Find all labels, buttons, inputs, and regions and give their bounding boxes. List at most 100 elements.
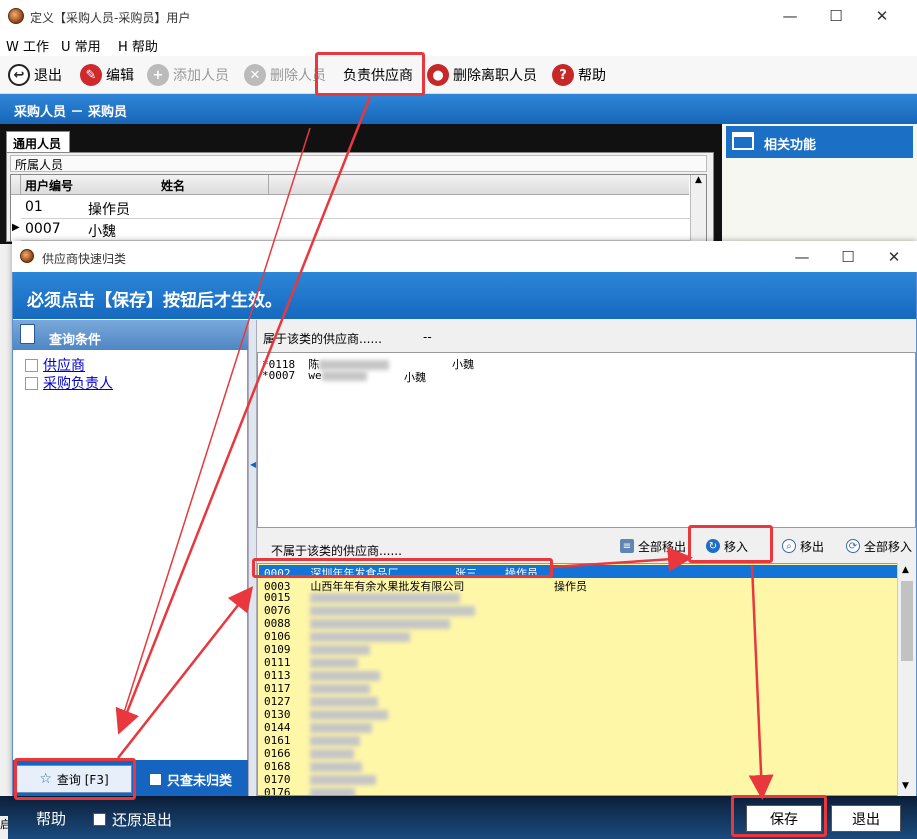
list-item[interactable]: 0117 <box>264 682 371 695</box>
row-code: 0161 <box>264 734 291 747</box>
dialog-maximize-button[interactable]: ☐ <box>825 241 871 272</box>
menu-work[interactable]: W 工作 <box>6 36 49 55</box>
related-functions-header[interactable]: 相关功能 <box>726 126 913 158</box>
redacted-name <box>310 775 377 785</box>
edit-button[interactable]: ✎ 编辑 <box>80 62 134 88</box>
query-button[interactable]: ☆ 查询 [F3] <box>16 765 132 793</box>
add-staff-button[interactable]: + 添加人员 <box>147 62 229 88</box>
redacted-name <box>310 749 355 759</box>
grid-scrollbar[interactable]: ▲ <box>690 175 706 241</box>
delete-staff-label: 删除人员 <box>270 68 326 84</box>
row-star: * <box>262 369 269 382</box>
move-in-all-button[interactable]: ⟳ 全部移入 <box>846 535 912 557</box>
scroll-down-icon[interactable]: ▼ <box>902 781 909 791</box>
edit-label: 编辑 <box>106 68 134 84</box>
restore-exit-checkbox[interactable]: 还原退出 <box>93 809 172 830</box>
menu-common[interactable]: U 常用 <box>61 36 101 55</box>
redacted-name <box>321 371 367 381</box>
checkbox-box[interactable] <box>25 358 38 372</box>
delete-icon: ✕ <box>244 64 266 86</box>
close-button[interactable]: ✕ <box>859 0 905 32</box>
list-item[interactable]: 0111 <box>264 656 359 669</box>
maximize-button[interactable]: ☐ <box>813 0 859 32</box>
scroll-thumb[interactable] <box>901 581 913 661</box>
dialog-exit-button[interactable]: 退出 <box>831 805 901 832</box>
condition-supplier-link[interactable]: 供应商 <box>43 355 85 375</box>
list-item[interactable]: 0176 <box>264 786 356 795</box>
list-item[interactable]: 0144 <box>264 721 373 734</box>
row-code: 0168 <box>264 760 291 773</box>
move-out-all-button[interactable]: ≡ 全部移出 <box>620 535 686 557</box>
list-item[interactable]: 0106 <box>264 630 411 643</box>
add-user-icon: + <box>147 64 169 86</box>
list-item[interactable]: *0007 we 小魏 <box>262 369 426 384</box>
save-button[interactable]: 保存 <box>746 805 822 832</box>
minimize-button[interactable]: — <box>767 0 813 32</box>
move-in-button[interactable]: ↻ 移入 <box>706 535 748 557</box>
query-conditions-header: 查询条件 <box>13 320 248 350</box>
dialog-close-button[interactable]: ✕ <box>871 241 917 272</box>
row-code: 0130 <box>264 708 291 721</box>
toolbar: ↩ 退出 ✎ 编辑 + 添加人员 ✕ 删除人员 负责供应商 ● 删除离职人员 ?… <box>0 56 917 94</box>
header-name[interactable]: 姓名 <box>161 177 185 194</box>
list-item[interactable]: 0168 <box>264 760 363 773</box>
list-item[interactable]: 0161 <box>264 734 361 747</box>
redacted-name <box>310 593 461 603</box>
query-conditions-list: 供应商 采购负责人 <box>13 350 248 760</box>
not-belong-suppliers-list[interactable]: 0002 深圳年年发食品厂 张三 操作员 0003 山西年年有余水果批发有限公司 操作… <box>257 563 916 796</box>
responsible-supplier-button[interactable]: 负责供应商 <box>343 62 413 88</box>
list-item[interactable]: 0076 <box>264 604 476 617</box>
list-icon: ≡ <box>620 539 634 553</box>
row-role: 操作员 <box>505 567 538 580</box>
list-item[interactable]: 0170 <box>264 773 377 786</box>
dialog-minimize-button[interactable]: — <box>779 241 825 272</box>
list-item[interactable]: 0130 <box>264 708 389 721</box>
redacted-name <box>310 606 476 616</box>
checkbox-box[interactable] <box>149 773 162 786</box>
header-user-id[interactable]: 用户编号 <box>25 179 73 193</box>
condition-buyer[interactable]: 采购负责人 <box>25 373 113 393</box>
table-row[interactable]: ▶ 0007 小魏 <box>12 219 691 241</box>
delete-departed-button[interactable]: ● 删除离职人员 <box>427 62 537 88</box>
help-toolbar-button[interactable]: ? 帮助 <box>552 62 606 88</box>
exit-toolbar-button[interactable]: ↩ 退出 <box>8 62 62 88</box>
list-item[interactable]: 0088 <box>264 617 451 630</box>
help-bottom-button[interactable]: 帮助 <box>36 808 66 829</box>
supplier-list-scrollbar[interactable]: ▲ ▼ <box>897 563 916 796</box>
list-item[interactable]: 0003 山西年年有余水果批发有限公司 操作员 <box>264 578 587 593</box>
collapse-arrow-icon[interactable]: ◀ <box>250 460 256 469</box>
list-item[interactable]: 0015 <box>264 591 461 604</box>
staff-grid: 用户编号 姓名 ▲ 01 操作员 ▶ 0007 小魏 <box>10 174 707 242</box>
app-icon <box>8 8 24 24</box>
move-out-all-label: 全部移出 <box>638 539 687 554</box>
tab-general-staff[interactable]: 通用人员 <box>6 131 70 153</box>
row-code: 0113 <box>264 669 291 682</box>
unclassified-only-checkbox[interactable]: 只查未归类 <box>149 770 232 789</box>
redacted-name <box>310 658 359 668</box>
list-item[interactable]: 0166 <box>264 747 355 760</box>
delete-staff-button[interactable]: ✕ 删除人员 <box>244 62 326 88</box>
list-item[interactable]: 0109 <box>264 643 371 656</box>
condition-supplier[interactable]: 供应商 <box>25 355 85 375</box>
panel-splitter[interactable]: ◀ <box>248 320 257 796</box>
belong-suppliers-list[interactable]: *0118 陈小魏 *0007 we 小魏 <box>257 352 916 528</box>
checkbox-box[interactable] <box>93 813 106 826</box>
redacted-name <box>310 762 363 772</box>
condition-buyer-link[interactable]: 采购负责人 <box>43 373 113 393</box>
redacted-name <box>310 710 389 720</box>
list-item[interactable]: 0127 <box>264 695 379 708</box>
dialog-title: 供应商快速归类 <box>42 252 127 266</box>
list-item[interactable]: 0113 <box>264 669 381 682</box>
move-out-button[interactable]: ⌕ 移出 <box>782 535 824 557</box>
staff-group-label: 所属人员 <box>10 155 707 172</box>
move-in-label: 移入 <box>724 539 749 554</box>
scroll-up-icon[interactable]: ▲ <box>902 565 909 575</box>
menu-help[interactable]: H 帮助 <box>118 36 158 55</box>
row-id: 0007 <box>25 221 61 237</box>
checkbox-box[interactable] <box>25 376 38 390</box>
left-stub: 启 <box>0 816 8 839</box>
query-button-label: 查询 [F3] <box>56 772 109 787</box>
table-row[interactable]: 01 操作员 <box>21 197 691 219</box>
list-item-selected[interactable]: 0002 深圳年年发食品厂 张三 操作员 <box>259 565 899 580</box>
redacted-name <box>310 684 371 694</box>
